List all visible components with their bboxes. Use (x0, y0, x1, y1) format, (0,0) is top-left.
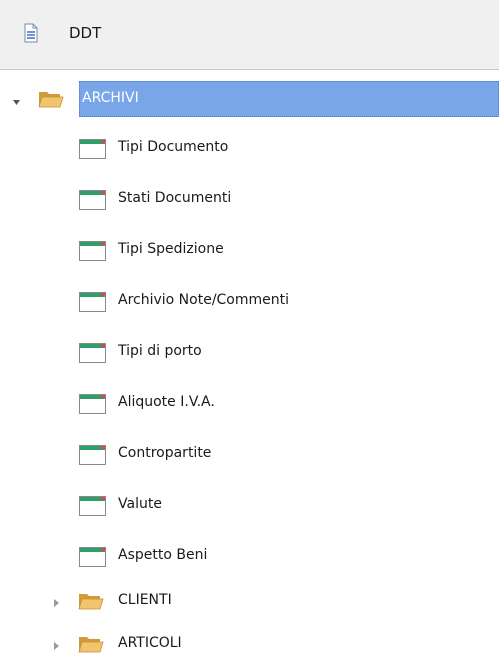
tree-item-label: Valute (118, 496, 162, 512)
tree-item-label: Contropartite (118, 445, 212, 461)
table-icon (79, 190, 106, 214)
tree-node-label: ARTICOLI (118, 635, 182, 651)
tree-item-tipi-di-porto[interactable]: Tipi di porto (0, 334, 499, 370)
tree-item-label: Aliquote I.V.A. (118, 394, 215, 410)
table-icon (79, 547, 106, 571)
tree-item-aliquote-iva[interactable]: Aliquote I.V.A. (0, 385, 499, 421)
tree-node-label: ARCHIVI (82, 90, 139, 106)
folder-open-icon (38, 90, 64, 112)
table-icon (79, 241, 106, 265)
table-icon (79, 343, 106, 367)
header-bar: DDT (0, 0, 499, 70)
tree-node-clienti[interactable]: CLIENTI (0, 583, 499, 619)
document-icon (24, 23, 38, 47)
selection-highlight (79, 81, 499, 117)
tree-item-label: Stati Documenti (118, 190, 232, 206)
tree-item-label: Aspetto Beni (118, 547, 208, 563)
header-title: DDT (69, 24, 102, 42)
table-icon (79, 445, 106, 469)
tree-item-label: Tipi Documento (118, 139, 229, 155)
tree-item-label: Archivio Note/Commenti (118, 292, 290, 308)
tree-item-tipi-spedizione[interactable]: Tipi Spedizione (0, 232, 499, 268)
chevron-right-icon[interactable] (52, 596, 60, 612)
folder-open-icon (78, 592, 104, 614)
chevron-right-icon[interactable] (52, 639, 60, 655)
tree-node-archivi[interactable]: ARCHIVI (0, 81, 499, 117)
tree-item-stati-documenti[interactable]: Stati Documenti (0, 181, 499, 217)
tree-item-label: Tipi di porto (118, 343, 202, 359)
table-icon (79, 139, 106, 163)
table-icon (79, 292, 106, 316)
tree-item-aspetto-beni[interactable]: Aspetto Beni (0, 538, 499, 574)
folder-open-icon (78, 635, 104, 657)
tree-item-contropartite[interactable]: Contropartite (0, 436, 499, 472)
tree-item-label: Tipi Spedizione (118, 241, 224, 257)
table-icon (79, 394, 106, 418)
tree-node-label: CLIENTI (118, 592, 172, 608)
tree-item-tipi-documento[interactable]: Tipi Documento (0, 130, 499, 166)
tree-item-archivio-note-commenti[interactable]: Archivio Note/Commenti (0, 283, 499, 319)
table-icon (79, 496, 106, 520)
tree-item-valute[interactable]: Valute (0, 487, 499, 523)
chevron-down-icon[interactable] (12, 95, 21, 111)
